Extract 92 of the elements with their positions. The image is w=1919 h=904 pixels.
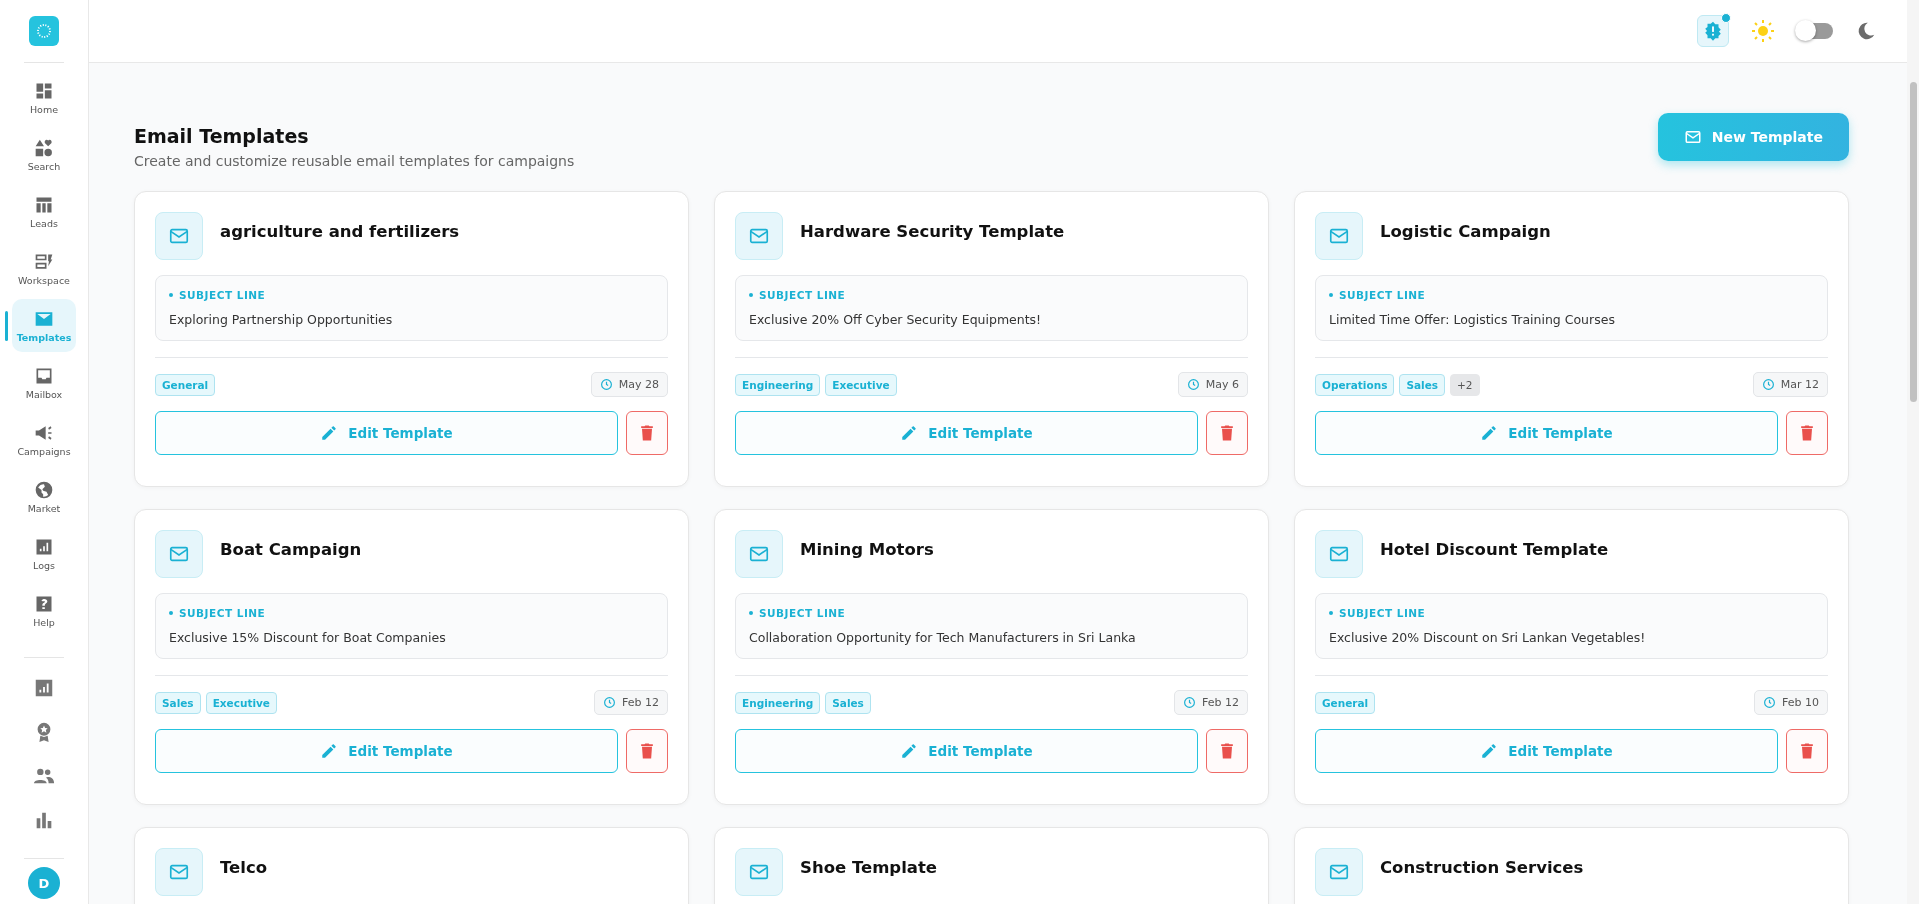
app-logo[interactable] — [29, 16, 59, 46]
mail-icon — [155, 530, 203, 578]
nav-icon — [34, 137, 54, 158]
nav-item[interactable]: Logs — [12, 527, 76, 580]
tag: Executive — [205, 691, 277, 714]
mail-icon — [1315, 212, 1363, 260]
pencil-icon — [320, 742, 339, 760]
date-badge: May 6 — [1177, 372, 1248, 397]
delete-button[interactable] — [626, 729, 668, 773]
tag: Sales — [1399, 373, 1445, 396]
bullet-icon — [1329, 293, 1333, 297]
template-name: Boat Campaign — [220, 539, 362, 559]
clock-icon — [1763, 696, 1776, 709]
pencil-icon — [900, 742, 919, 760]
subject-text: Exclusive 15% Discount for Boat Companies — [169, 630, 447, 645]
nav-item[interactable]: Help — [12, 584, 76, 637]
template-name: Hardware Security Template — [800, 221, 1065, 241]
subject-text: Exclusive 20% Discount on Sri Lankan Vegetables! — [1329, 630, 1647, 645]
template-name: Shoe Template — [800, 857, 938, 877]
template-name: Construction Services — [1380, 857, 1584, 877]
template-name: Telco — [220, 857, 268, 877]
nav-item[interactable]: Home — [12, 71, 76, 124]
pencil-icon — [1480, 742, 1499, 760]
tag: Operations — [1315, 373, 1395, 396]
mail-icon — [1683, 128, 1702, 146]
bullet-icon — [169, 611, 173, 615]
mail-icon — [155, 848, 203, 896]
tag: Sales — [825, 691, 871, 714]
nav-icon — [34, 479, 54, 500]
date-badge: Feb 12 — [594, 690, 668, 715]
clock-icon — [1183, 696, 1196, 709]
date-badge: Mar 12 — [1752, 372, 1828, 397]
bullet-icon — [169, 293, 173, 297]
theme-toggle[interactable] — [1797, 23, 1833, 39]
delete-button[interactable] — [1206, 729, 1248, 773]
delete-button[interactable] — [626, 411, 668, 455]
mail-icon — [155, 212, 203, 260]
subject-label: SUBJECT LINE — [179, 607, 266, 619]
template-name: Logistic Campaign — [1380, 221, 1551, 241]
subject-label: SUBJECT LINE — [1339, 607, 1426, 619]
template-name: Hotel Discount Template — [1380, 539, 1609, 559]
delete-button[interactable] — [1786, 729, 1828, 773]
mail-icon — [735, 530, 783, 578]
mail-icon — [735, 848, 783, 896]
subject-label: SUBJECT LINE — [1339, 289, 1426, 301]
delete-button[interactable] — [1786, 411, 1828, 455]
nav-item[interactable]: Leads — [12, 185, 76, 238]
bullet-icon — [749, 293, 753, 297]
template-name: Mining Motors — [800, 539, 934, 559]
subject-text: Limited Time Offer: Logistics Training Courses — [1329, 312, 1616, 327]
tag: Engineering — [735, 373, 821, 396]
more-tags-count: +2 — [1450, 373, 1480, 396]
chart-icon[interactable] — [33, 677, 55, 699]
tag: General — [1315, 691, 1376, 714]
scrollbar[interactable] — [1907, 0, 1919, 904]
subject-text: Collaboration Opportunity for Tech Manufacturers in Sri Lanka — [749, 630, 1137, 645]
subject-label: SUBJECT LINE — [759, 607, 846, 619]
subject-label: SUBJECT LINE — [179, 289, 266, 301]
alert-badge-icon — [1702, 20, 1724, 42]
page-subtitle: Create and customize reusable email templates for campaigns — [134, 153, 575, 169]
clock-icon — [1186, 378, 1200, 391]
bullet-icon — [749, 611, 753, 615]
tag: Executive — [825, 373, 897, 396]
nav-item[interactable]: Workspace — [12, 242, 76, 295]
subject-label: SUBJECT LINE — [759, 289, 846, 301]
subject-text: Exploring Partnership Opportunities — [169, 312, 394, 327]
date-badge: Feb 12 — [1174, 690, 1248, 715]
bullet-icon — [1329, 611, 1333, 615]
mail-icon — [1315, 848, 1363, 896]
subject-text: Exclusive 20% Off Cyber Security Equipments! — [749, 312, 1043, 327]
tag: Engineering — [735, 691, 821, 714]
page-title: Email Templates — [134, 124, 310, 147]
tag: Sales — [155, 691, 201, 714]
delete-button[interactable] — [1206, 411, 1248, 455]
date-badge: May 28 — [590, 372, 668, 397]
notification-button[interactable] — [1697, 15, 1729, 47]
sun-icon — [1751, 19, 1775, 43]
nav-item[interactable]: Mailbox — [12, 356, 76, 409]
nav-item[interactable]: Campaigns — [12, 413, 76, 466]
date-badge: Feb 10 — [1754, 690, 1828, 715]
clock-icon — [603, 696, 616, 709]
mail-icon — [1315, 530, 1363, 578]
pencil-icon — [900, 424, 919, 442]
tag: General — [155, 373, 216, 396]
pencil-icon — [320, 424, 339, 442]
template-name: agriculture and fertilizers — [220, 221, 460, 241]
nav-item[interactable]: Search — [12, 128, 76, 181]
nav-item[interactable]: Market — [12, 470, 76, 523]
mail-icon — [735, 212, 783, 260]
clock-icon — [1761, 378, 1775, 391]
pencil-icon — [1480, 424, 1499, 442]
clock-icon — [599, 378, 613, 391]
